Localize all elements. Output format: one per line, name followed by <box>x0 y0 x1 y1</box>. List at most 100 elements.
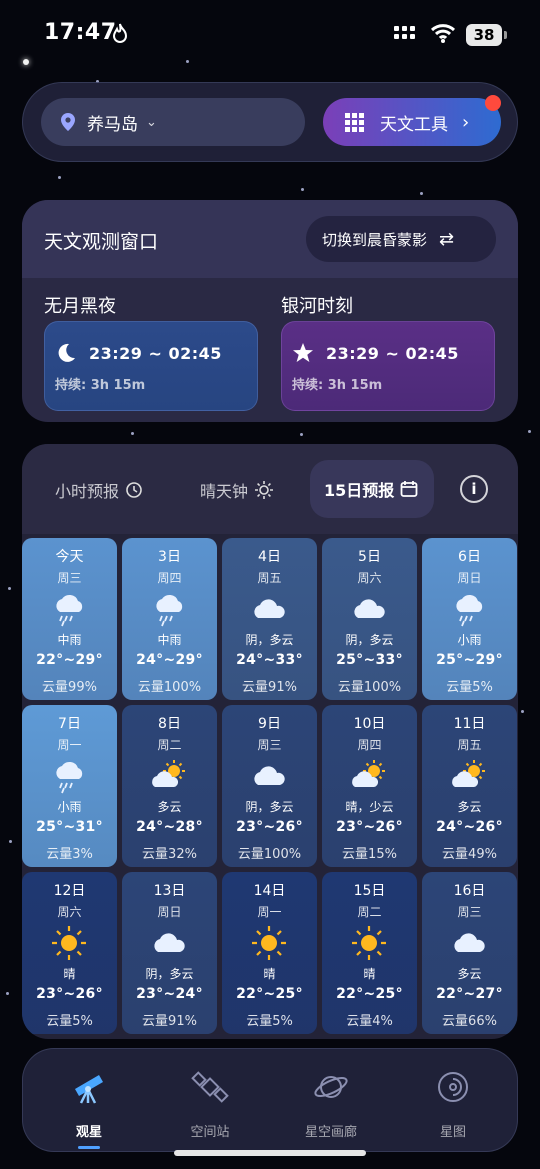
telescope-icon <box>75 1075 103 1104</box>
day-weekday: 周日 <box>157 905 182 919</box>
calendar-icon <box>400 481 418 497</box>
day-date: 10日 <box>353 716 386 732</box>
day-condition: 晴 <box>363 967 376 981</box>
day-condition: 阴，多云 <box>245 633 294 647</box>
info-icon[interactable]: i <box>460 475 488 503</box>
moonless-night-card: 23:29 ~ 02:45 持续: 3h 15m <box>44 321 258 411</box>
tab-15-day-forecast[interactable]: 15日预报 <box>310 460 434 518</box>
nav-sky-gallery[interactable]: 星空画廊 <box>281 1067 381 1140</box>
day-weekday: 周三 <box>457 905 482 919</box>
nav-stargazing[interactable]: 观星 <box>39 1067 139 1149</box>
planet-icon <box>314 1076 348 1098</box>
forecast-day-card[interactable]: 11日 周五 多云 24°~26° 云量49% <box>422 705 517 867</box>
day-weekday: 周日 <box>457 571 482 585</box>
moonless-night-title: 无月黑夜 <box>44 296 116 317</box>
day-date: 7日 <box>58 716 81 732</box>
top-bar: 养马岛 ⌄ 天文工具 › <box>22 82 518 162</box>
hotspot-flame-icon <box>112 23 128 48</box>
forecast-day-card[interactable]: 4日 周五 阴，多云 24°~33° 云量91% <box>222 538 317 700</box>
forecast-day-card[interactable]: 9日 周三 阴，多云 23°~26° 云量100% <box>222 705 317 867</box>
day-temperature: 25°~31° <box>36 819 103 835</box>
nav-sky-gallery-label: 星空画廊 <box>304 1125 357 1140</box>
day-temperature: 24°~33° <box>236 652 303 668</box>
moon-icon <box>58 343 75 362</box>
cloud-icon <box>150 924 188 962</box>
forecast-day-card[interactable]: 5日 周六 阴，多云 25°~33° 云量100% <box>322 538 417 700</box>
day-condition: 晴，少云 <box>345 800 394 814</box>
status-time: 17:47 <box>44 20 117 45</box>
nav-star-map-label: 星图 <box>439 1125 466 1140</box>
sun-icon <box>50 924 88 962</box>
galaxy-icon <box>438 1072 468 1102</box>
day-date: 14日 <box>253 883 286 899</box>
cloud-icon <box>250 590 288 628</box>
day-date: 11日 <box>453 716 486 732</box>
location-selector[interactable]: 养马岛 ⌄ <box>41 98 305 146</box>
swap-arrows-icon: ⇄ <box>439 228 455 250</box>
forecast-day-card[interactable]: 6日 周日 小雨 25°~29° 云量5% <box>422 538 517 700</box>
day-cloud-cover: 云量15% <box>342 847 397 862</box>
day-cloud-cover: 云量5% <box>46 1014 93 1029</box>
day-temperature: 24°~26° <box>436 819 503 835</box>
forecast-day-card[interactable]: 7日 周一 小雨 25°~31° 云量3% <box>22 705 117 867</box>
astronomy-tools-button[interactable]: 天文工具 › <box>323 98 501 146</box>
forecast-day-card[interactable]: 今天 周三 中雨 22°~29° 云量99% <box>22 538 117 700</box>
forecast-day-card[interactable]: 8日 周二 多云 24°~28° 云量32% <box>122 705 217 867</box>
forecast-day-card[interactable]: 12日 周六晴 23°~26° 云量5% <box>22 872 117 1034</box>
day-date: 15日 <box>353 883 386 899</box>
day-cloud-cover: 云量100% <box>137 680 202 695</box>
forecast-day-card[interactable]: 15日 周二晴 22°~25° 云量4% <box>322 872 417 1034</box>
moonless-night-range: 23:29 ~ 02:45 <box>89 343 222 363</box>
sun-icon <box>255 481 274 499</box>
tab-hourly-forecast[interactable]: 小时预报 <box>55 478 143 502</box>
day-temperature: 23°~26° <box>236 819 303 835</box>
day-condition: 小雨 <box>457 633 482 647</box>
cloud-icon <box>250 757 288 795</box>
chevron-down-icon: ⌄ <box>146 114 157 130</box>
rain-cloud-icon <box>450 590 488 628</box>
forecast-day-card[interactable]: 14日 周一晴 22°~25° 云量5% <box>222 872 317 1034</box>
day-temperature: 25°~33° <box>336 652 403 668</box>
location-pin-icon <box>61 113 75 131</box>
day-date: 13日 <box>153 883 186 899</box>
rain-cloud-icon <box>150 590 188 628</box>
day-condition: 多云 <box>457 967 482 981</box>
forecast-day-card[interactable]: 10日 周四 晴，少云 23°~26° 云量15% <box>322 705 417 867</box>
nav-space-station[interactable]: 空间站 <box>160 1067 260 1140</box>
forecast-day-card[interactable]: 16日 周三 多云 22°~27° 云量66% <box>422 872 517 1034</box>
sun-icon <box>250 924 288 962</box>
status-bar: 17:47 38 <box>0 0 540 70</box>
day-temperature: 22°~25° <box>336 986 403 1002</box>
tab-15-day-label: 15日预报 <box>324 481 395 500</box>
forecast-day-card[interactable]: 3日 周四 中雨 24°~29° 云量100% <box>122 538 217 700</box>
tab-clear-sky-clock[interactable]: 晴天钟 <box>200 478 274 502</box>
day-condition: 晴 <box>263 967 276 981</box>
day-temperature: 23°~26° <box>36 986 103 1002</box>
day-weekday: 周五 <box>257 571 282 585</box>
galaxy-time-duration: 持续: 3h 15m <box>292 378 383 393</box>
forecast-day-card[interactable]: 13日 周日 阴，多云 23°~24° 云量91% <box>122 872 217 1034</box>
day-temperature: 23°~26° <box>336 819 403 835</box>
partly-cloudy-icon <box>150 757 188 795</box>
day-condition: 小雨 <box>57 800 82 814</box>
tab-hourly-label: 小时预报 <box>55 482 120 501</box>
partly-cloudy-icon <box>450 757 488 795</box>
nav-star-map[interactable]: 星图 <box>403 1067 503 1140</box>
observation-window-card: 天文观测窗口 切换到晨昏蒙影 ⇄ 无月黑夜 银河时刻 23:29 ~ 02:45… <box>22 200 518 422</box>
day-temperature: 24°~29° <box>136 652 203 668</box>
tab-clear-sky-label: 晴天钟 <box>200 482 249 501</box>
switch-twilight-button[interactable]: 切换到晨昏蒙影 ⇄ <box>306 216 496 262</box>
nav-space-station-label: 空间站 <box>190 1125 230 1140</box>
wifi-icon <box>430 22 456 48</box>
day-date: 12日 <box>53 883 86 899</box>
day-condition: 阴，多云 <box>145 967 194 981</box>
day-weekday: 周四 <box>157 571 182 585</box>
day-temperature: 22°~29° <box>36 652 103 668</box>
day-cloud-cover: 云量5% <box>446 680 493 695</box>
day-condition: 晴 <box>63 967 76 981</box>
day-cloud-cover: 云量3% <box>46 847 93 862</box>
switch-twilight-label: 切换到晨昏蒙影 <box>322 230 428 249</box>
grid-icon <box>345 112 364 132</box>
cloud-icon <box>450 924 488 962</box>
forecast-panel: 小时预报 晴天钟 15日预报 i 今天 周三 中雨 22°~29° 云量99% 3日 周四中… <box>22 444 518 1039</box>
